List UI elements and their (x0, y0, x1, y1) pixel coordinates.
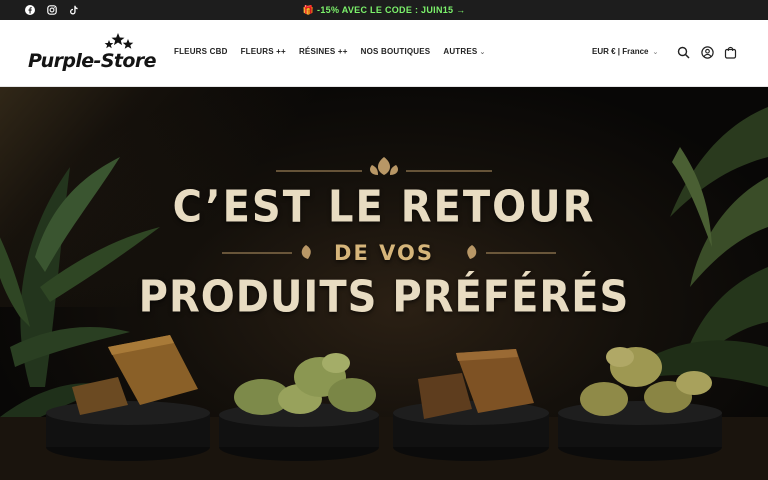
flower-product-1 (234, 353, 376, 415)
nav-item-label: FLEURS ++ (240, 47, 286, 56)
cart-icon[interactable] (724, 46, 737, 59)
logo[interactable]: Purple-Store (28, 32, 157, 76)
search-icon[interactable] (677, 46, 690, 59)
chevron-down-icon: ⌄ (479, 49, 486, 56)
nav-item-fleurs-cbd[interactable]: FLEURS CBD (174, 47, 228, 56)
gift-icon: 🎁 (302, 5, 315, 15)
hero-banner[interactable]: C’EST LE RETOUR DE VOS PRODUITS PRÉFÉRÉS (0, 87, 768, 480)
nav-item-label: FLEURS CBD (174, 47, 228, 56)
ornament-top (276, 157, 492, 175)
nav-item-autres[interactable]: AUTRES ⌄ (443, 47, 485, 56)
nav-item-label: RÉSINES ++ (298, 47, 348, 56)
hero-title-line-1: C’EST LE RETOUR (172, 181, 596, 233)
announcement-bar: 🎁 -15% AVEC LE CODE : JUIN15 → (0, 0, 768, 20)
hero-title-line-2: DE VOS (334, 241, 434, 265)
site-header: Purple-Store FLEURS CBD FLEURS ++ RÉSINE… (0, 20, 768, 87)
nav-item-nos-boutiques[interactable]: NOS BOUTIQUES (361, 47, 431, 56)
main-nav: FLEURS CBD FLEURS ++ RÉSINES ++ NOS BOUT… (174, 47, 486, 56)
nav-item-fleurs-plus[interactable]: FLEURS ++ (241, 47, 286, 56)
promo-text: -15% AVEC LE CODE : JUIN15 → (317, 5, 466, 15)
chevron-down-icon: ⌄ (652, 49, 659, 56)
nav-item-label: AUTRES (443, 47, 478, 56)
nav-item-label: NOS BOUTIQUES (360, 47, 431, 56)
account-icon[interactable] (701, 46, 714, 59)
logo-text: Purple-Store (28, 50, 157, 72)
hero-title-line-3: PRODUITS PRÉFÉRÉS (138, 271, 630, 323)
currency-selector[interactable]: EUR € | France ⌄ (592, 47, 658, 56)
currency-label: EUR € | France (592, 47, 649, 56)
promo-banner[interactable]: 🎁 -15% AVEC LE CODE : JUIN15 → (0, 0, 768, 20)
nav-item-resines-plus[interactable]: RÉSINES ++ (299, 47, 348, 56)
